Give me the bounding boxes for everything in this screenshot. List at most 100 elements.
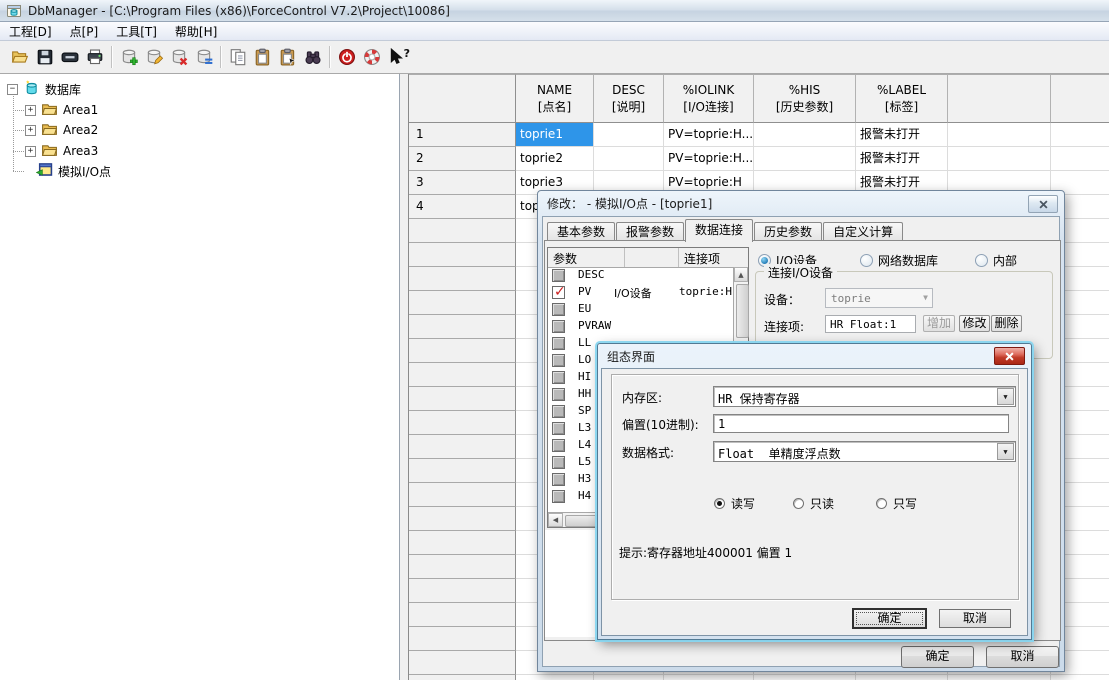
param-checkbox[interactable] [552, 439, 565, 452]
param-checkbox[interactable] [552, 371, 565, 384]
scroll-left-icon[interactable]: ◀ [548, 513, 563, 527]
title-bar[interactable]: DbManager - [C:\Program Files (x86)\Forc… [0, 0, 1109, 22]
expand-icon[interactable]: + [25, 125, 36, 136]
stop-icon[interactable] [334, 45, 359, 70]
column-header-blank[interactable] [1051, 74, 1109, 123]
menu-project[interactable]: 工程[D] [0, 22, 61, 41]
column-header-iolink[interactable]: %IOLINK[I/O连接] [664, 74, 754, 123]
db-delete-icon[interactable] [166, 45, 191, 70]
menu-point[interactable]: 点[P] [61, 22, 108, 41]
radio-write-only[interactable]: 只写 [876, 495, 917, 512]
tree-item-area3[interactable]: + Area3 [25, 141, 98, 161]
scroll-up-icon[interactable]: ▲ [734, 267, 748, 282]
config-cancel-button[interactable]: 取消 [939, 609, 1011, 628]
tab-data-link[interactable]: 数据连接 [685, 219, 753, 242]
column-header-label[interactable]: %LABEL[标签] [856, 74, 948, 123]
save-icon[interactable] [32, 45, 57, 70]
find-icon[interactable] [300, 45, 325, 70]
tab-alarm-params[interactable]: 报警参数 [616, 222, 684, 242]
param-checkbox[interactable] [552, 473, 565, 486]
paste-special-icon[interactable] [275, 45, 300, 70]
cell-his[interactable] [754, 123, 856, 147]
data-format-combo[interactable]: Float 单精度浮点数▼ [713, 441, 1016, 462]
param-checkbox[interactable] [552, 354, 565, 367]
device-combo[interactable]: toprie▼ [825, 288, 933, 308]
row-number[interactable]: 1 [409, 123, 516, 147]
cell-desc[interactable] [594, 147, 664, 171]
type-column-header[interactable] [625, 248, 679, 267]
menu-tools[interactable]: 工具[T] [107, 22, 166, 41]
modify-button[interactable]: 修改 [959, 315, 990, 332]
menu-help[interactable]: 帮助[H] [166, 22, 226, 41]
config-dialog-titlebar[interactable]: 组态界面 [598, 344, 1031, 368]
tab-history-params[interactable]: 历史参数 [754, 222, 822, 242]
collapse-icon[interactable]: − [7, 84, 18, 95]
column-header-name[interactable]: NAME[点名] [516, 74, 594, 123]
link-column-header[interactable]: 连接项 [679, 248, 734, 267]
export-icon[interactable] [57, 45, 82, 70]
db-sort-icon[interactable] [191, 45, 216, 70]
paste-icon[interactable] [250, 45, 275, 70]
memory-area-combo[interactable]: HR 保持寄存器▼ [713, 386, 1016, 407]
panel-splitter[interactable] [400, 74, 408, 680]
print-icon[interactable] [82, 45, 107, 70]
param-checkbox[interactable] [552, 337, 565, 350]
offset-field[interactable]: 1 [713, 414, 1009, 433]
cell-iolink[interactable]: PV=toprie:H... [664, 147, 754, 171]
tree-item-analog-io[interactable]: 模拟I/O点 [36, 161, 111, 181]
table-corner-header[interactable] [409, 74, 516, 123]
db-add-icon[interactable] [116, 45, 141, 70]
cell-label[interactable]: 报警未打开 [856, 147, 948, 171]
tree-item-area1[interactable]: + Area1 [25, 100, 98, 120]
delete-button[interactable]: 删除 [991, 315, 1022, 332]
help-ring-icon[interactable] [359, 45, 384, 70]
column-header-his[interactable]: %HIS[历史参数] [754, 74, 856, 123]
radio-read-write[interactable]: 读写 [714, 495, 755, 512]
cell-name-selected[interactable]: toprie1 [516, 123, 594, 147]
column-header-desc[interactable]: DESC[说明] [594, 74, 664, 123]
edit-dialog-ok-button[interactable]: 确定 [901, 646, 974, 668]
row-number[interactable]: 3 [409, 171, 516, 195]
param-checkbox[interactable] [552, 422, 565, 435]
param-checkbox[interactable] [552, 490, 565, 503]
close-icon[interactable] [1028, 195, 1058, 213]
link-item-field[interactable]: HR Float:1 [825, 315, 916, 333]
param-checkbox[interactable] [552, 456, 565, 469]
row-number[interactable]: 2 [409, 147, 516, 171]
param-checkbox[interactable] [552, 269, 565, 282]
radio-internal[interactable]: 内部 [975, 252, 1017, 268]
expand-icon[interactable]: + [25, 146, 36, 157]
copy-icon[interactable] [225, 45, 250, 70]
tab-basic-params[interactable]: 基本参数 [547, 222, 615, 242]
cell-name[interactable]: toprie2 [516, 147, 594, 171]
scrollbar-thumb[interactable] [736, 284, 749, 338]
open-icon[interactable] [7, 45, 32, 70]
radio-network-db[interactable]: 网络数据库 [860, 252, 938, 268]
param-checkbox[interactable] [552, 303, 565, 316]
row-number[interactable]: 4 [409, 195, 516, 219]
tab-custom-calc[interactable]: 自定义计算 [823, 222, 903, 242]
tree-item-area2[interactable]: + Area2 [25, 120, 98, 140]
cell-desc[interactable] [594, 123, 664, 147]
param-checkbox[interactable] [552, 286, 565, 299]
param-checkbox[interactable] [552, 388, 565, 401]
edit-dialog-cancel-button[interactable]: 取消 [986, 646, 1059, 668]
param-checkbox[interactable] [552, 320, 565, 333]
edit-dialog-titlebar[interactable]: 修改： - 模拟I/O点 - [toprie1] [538, 191, 1064, 216]
column-header-blank[interactable] [948, 74, 1051, 123]
tree-item-database[interactable]: − 数据库 [7, 79, 81, 99]
config-ok-button[interactable]: 确定 [853, 609, 926, 628]
context-help-icon[interactable]: ? [384, 45, 409, 70]
cell-his[interactable] [754, 147, 856, 171]
add-button[interactable]: 增加 [923, 315, 955, 332]
param-column-header[interactable]: 参数 [548, 248, 625, 267]
chevron-down-icon[interactable]: ▼ [997, 388, 1014, 405]
cell-iolink[interactable]: PV=toprie:H... [664, 123, 754, 147]
cell-label[interactable]: 报警未打开 [856, 123, 948, 147]
expand-icon[interactable]: + [25, 105, 36, 116]
db-edit-icon[interactable] [141, 45, 166, 70]
radio-read-only[interactable]: 只读 [793, 495, 834, 512]
chevron-down-icon[interactable]: ▼ [997, 443, 1014, 460]
close-icon[interactable] [994, 347, 1025, 365]
param-checkbox[interactable] [552, 405, 565, 418]
